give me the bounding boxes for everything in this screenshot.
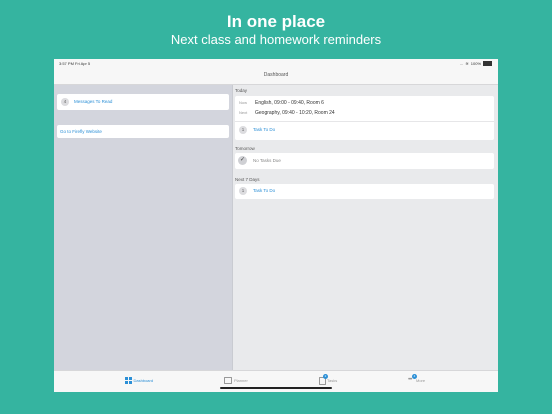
no-tasks-due-label: No Tasks Due [253, 158, 281, 163]
calendar-icon [224, 377, 232, 384]
tasks-badge: 2 [323, 374, 328, 379]
tab-planner[interactable]: Planner [224, 377, 248, 384]
tab-more-label: More [416, 377, 426, 383]
today-section-label: Today [235, 88, 248, 93]
tab-tasks[interactable]: 2 Tasks [319, 374, 338, 385]
next-7-days-card[interactable]: 1 Task To Do [235, 184, 494, 199]
today-card: Now English, 09:00 - 09:40, Room 6 Next … [235, 96, 494, 140]
messages-to-read-label: Messages To Read [74, 99, 113, 104]
dashboard-grid-icon [125, 377, 132, 384]
tasks-icon-wrap: 2 [319, 374, 328, 385]
messages-count-badge: 4 [61, 98, 69, 106]
today-task-label: Task To Do [253, 127, 276, 132]
hero-subtitle: Next class and homework reminders [170, 32, 382, 47]
page-title: Dashboard [263, 72, 289, 78]
tab-dashboard[interactable]: Dashboard [125, 377, 153, 384]
today-divider [235, 121, 494, 122]
tomorrow-section-label: Tomorrow [235, 146, 255, 151]
battery-icon [483, 61, 492, 66]
tomorrow-card: ✓ No Tasks Due [235, 153, 494, 169]
checkmark-icon: ✓ [238, 156, 247, 165]
firefly-website-label: Go to Firefly Website [60, 129, 102, 134]
today-task-count: 1 [239, 126, 247, 134]
next-label: Next [239, 110, 248, 115]
tab-planner-label: Planner [234, 378, 248, 383]
now-lesson[interactable]: English, 09:00 - 09:40, Room 6 [255, 100, 324, 106]
dashboard-content: Today Now English, 09:00 - 09:40, Room 6… [233, 85, 498, 370]
navigation-bar: Dashboard [54, 67, 498, 85]
next-7-days-section-label: Next 7 Days [235, 177, 260, 182]
hero-title: In one place [226, 12, 326, 31]
tab-tasks-label: Tasks [327, 377, 338, 383]
now-label: Now [239, 100, 248, 105]
next-7-days-task-count: 1 [239, 187, 247, 195]
messages-to-read-card[interactable]: 4 Messages To Read [57, 94, 229, 110]
tab-more[interactable]: ••• 4 More [408, 374, 426, 383]
wifi-icon: ≋ [465, 61, 469, 66]
status-bar: 3:57 PM Fri Apr 5 ... ≋ 100% [54, 59, 498, 67]
battery-percent: 100% [470, 61, 481, 66]
tab-dashboard-label: Dashboard [133, 377, 154, 383]
home-indicator [220, 387, 332, 389]
status-right: ... ≋ 100% [460, 61, 492, 66]
next-lesson[interactable]: Geography, 09:40 - 10:20, Room 24 [255, 110, 335, 116]
more-dots-icon: ••• [408, 377, 412, 383]
more-icon-wrap: ••• 4 [408, 374, 417, 383]
next-7-days-task-label: Task To Do [253, 188, 276, 193]
more-badge: 4 [412, 374, 417, 379]
sidebar: 4 Messages To Read Go to Firefly Website [54, 85, 233, 370]
status-time: 3:57 PM Fri Apr 5 [59, 61, 91, 66]
firefly-website-link[interactable]: Go to Firefly Website [57, 125, 229, 138]
ipad-screen: 3:57 PM Fri Apr 5 ... ≋ 100% Dashboard 4… [54, 59, 498, 392]
status-dots: ... [460, 61, 464, 66]
